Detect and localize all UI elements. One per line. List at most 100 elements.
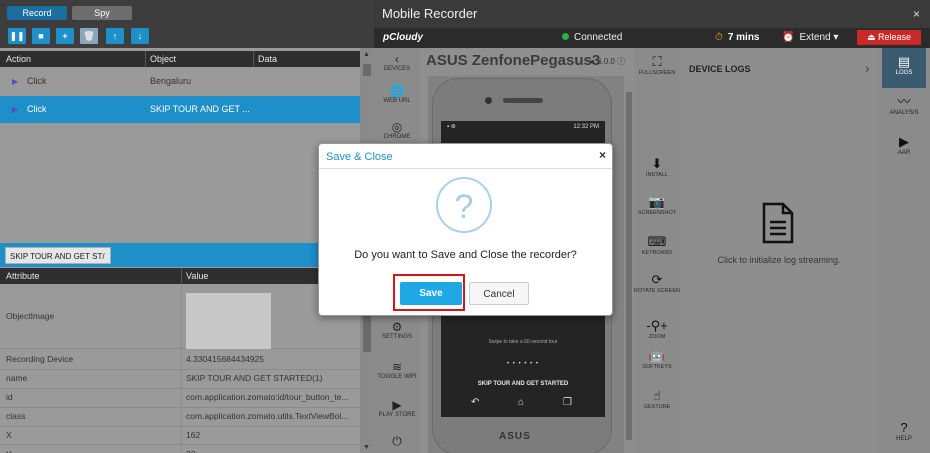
gesture-button[interactable]: ☝ GESTURE (634, 388, 680, 411)
recorder-toolbar: ❚❚ ■ + 🗑 ↑ ↓ (0, 25, 374, 48)
col-value: Value (186, 271, 209, 281)
dialog-title: Save & Close (326, 151, 393, 163)
close-icon[interactable]: × (913, 0, 920, 28)
connection-status: Connected (562, 28, 622, 48)
device-scrollbar[interactable] (624, 80, 634, 453)
brand-label: ASUS (499, 431, 531, 442)
power-icon: ⏻ (392, 434, 402, 448)
delete-icon[interactable]: 🗑 (80, 28, 98, 44)
property-row: name SKIP TOUR AND GET STARTED(1) (0, 369, 360, 389)
property-row: class com.application.zomato.utils.TextV… (0, 407, 360, 427)
devices-button[interactable]: ‹ DEVICES (374, 52, 420, 72)
recorder-tabs: Record Spy (0, 0, 374, 25)
property-key: class (6, 411, 26, 421)
property-row: id com.application.zomato:id/tour_button… (0, 388, 360, 408)
property-key: name (6, 373, 28, 383)
window-titlebar: Mobile Recorder × (374, 0, 930, 28)
chevron-right-icon[interactable]: › (865, 60, 870, 76)
aar-tab[interactable]: ▶ AAR (878, 134, 930, 156)
web-url-button[interactable]: 🌐 WEB URL (374, 84, 420, 104)
screenshot-button[interactable]: 📷 SCREENSHOT (634, 194, 680, 217)
phone-nav-bar: ↶ ⌂ ❐ (441, 393, 605, 417)
pcloudy-logo: pCloudy (383, 32, 423, 43)
col-data: Data (258, 54, 278, 64)
home-icon[interactable]: ⌂ (518, 397, 524, 408)
logs-title: DEVICE LOGS (689, 64, 751, 74)
page-indicator: • • • • • • (507, 361, 539, 367)
extend-dropdown[interactable]: ⏰ Extend ▾ (782, 28, 838, 48)
device-header: ASUS ZenfonePegasus3 ● 6.0.0 ⓘ (420, 48, 634, 74)
swipe-hint: Swipe to take a 60-second tour (488, 339, 558, 345)
object-image (186, 293, 271, 349)
stop-icon[interactable]: ■ (32, 28, 50, 44)
zoom-icon: -⚲+ (646, 318, 668, 333)
rotate-screen-button[interactable]: ⟳ ROTATE SCREEN (634, 272, 680, 295)
settings-button[interactable]: ⚙ SETTINGS (374, 320, 420, 340)
speaker-grille (503, 98, 543, 103)
save-button[interactable]: Save (400, 282, 462, 305)
pause-icon[interactable]: ❚❚ (8, 28, 26, 44)
document-icon[interactable] (762, 202, 794, 244)
gear-icon: ⚙ (391, 320, 403, 334)
col-attribute: Attribute (6, 271, 40, 281)
zoom-control[interactable]: -⚲+ ZOOM (634, 318, 680, 341)
device-name: ASUS ZenfonePegasus3 (426, 52, 601, 69)
property-row: Y 32 (0, 445, 360, 453)
help-tab[interactable]: ? HELP (878, 420, 930, 442)
softkeys-button[interactable]: 🤖 SOFTKEYS (634, 348, 680, 371)
session-bar: pCloudy Connected ⏱ 7 mins ⏰ Extend ▾ ⏏ Re… (374, 28, 930, 48)
move-down-icon[interactable]: ↓ (131, 28, 149, 44)
skip-tour-button[interactable]: SKIP TOUR AND GET STARTED (441, 377, 605, 391)
property-row: X 162 (0, 426, 360, 445)
analysis-icon: 〰 (897, 94, 911, 109)
session-timer: ⏱ 7 mins (715, 32, 760, 43)
step-object: SKIP TOUR AND GET ... (150, 104, 250, 114)
play-icon: ▶ (12, 105, 19, 114)
cancel-button[interactable]: Cancel (469, 282, 529, 305)
tab-spy[interactable]: Spy (72, 6, 132, 20)
alarm-icon: ⏰ (782, 32, 795, 43)
move-up-icon[interactable]: ↑ (106, 28, 124, 44)
logs-tab[interactable]: ▤ LOGS (878, 54, 930, 76)
property-key: id (6, 392, 13, 402)
property-key: Recording Device (6, 354, 74, 364)
install-button[interactable]: ⬇ INSTALL (634, 156, 680, 179)
steps-header: Action Object Data (0, 51, 360, 67)
chevron-left-icon: ‹ (395, 52, 399, 66)
power-button[interactable]: ⏻ (374, 434, 420, 448)
release-button[interactable]: ⏏ Release (857, 30, 921, 45)
property-value: com.application.zomato.utils.TextViewBol… (186, 411, 349, 421)
phone-status-bar: ▪ ⊛ 12:32 PM (441, 121, 605, 133)
analysis-tab[interactable]: 〰 ANALYSIS (878, 94, 930, 116)
status-dot-icon (562, 33, 569, 40)
logs-message[interactable]: Click to initialize log streaming. (680, 255, 878, 265)
android-icon: 🤖 (648, 348, 666, 363)
dialog-close-icon[interactable]: × (599, 148, 606, 162)
fullscreen-icon: ⛶ (652, 54, 662, 69)
dialog-message: Do you want to Save and Close the record… (354, 249, 577, 261)
fullscreen-button[interactable]: ⛶ FULLSCREEN (634, 54, 680, 77)
col-action: Action (6, 54, 32, 64)
toggle-wifi-button[interactable]: ≋ TOGGLE WIFI (374, 360, 420, 380)
keyboard-button[interactable]: ⌨ KEYBOARD (634, 234, 680, 257)
step-row-selected[interactable]: ▶ Click SKIP TOUR AND GET ... (0, 96, 360, 123)
property-value: 32 (186, 445, 356, 453)
add-icon[interactable]: + (56, 28, 74, 44)
timer-icon: ⏱ (715, 32, 723, 43)
property-row: Recording Device 4.330415684434925 (0, 349, 360, 370)
rotate-icon: ⟳ (651, 272, 663, 287)
property-row: ObjectImage (0, 285, 360, 349)
step-row[interactable]: ▶ Click Bengaluru (0, 68, 360, 95)
recents-icon[interactable]: ❐ (563, 397, 572, 408)
tab-record[interactable]: Record (7, 6, 67, 20)
step-object: Bengaluru (150, 76, 192, 86)
back-icon[interactable]: ↶ (471, 397, 479, 408)
chrome-button[interactable]: ◎ CHROME (374, 120, 420, 140)
selected-object-chip[interactable]: SKIP TOUR AND GET ST/ (5, 247, 111, 264)
window-title: Mobile Recorder (382, 6, 478, 21)
right-sidebar: ▤ LOGS 〰 ANALYSIS ▶ AAR ? HELP (878, 48, 930, 453)
properties-header: Attribute Value (0, 268, 360, 284)
video-icon: ▶ (899, 134, 909, 149)
notification-icon: ▪ ⊛ (447, 124, 456, 130)
play-store-button[interactable]: ▶ PLAY STORE (374, 398, 420, 418)
